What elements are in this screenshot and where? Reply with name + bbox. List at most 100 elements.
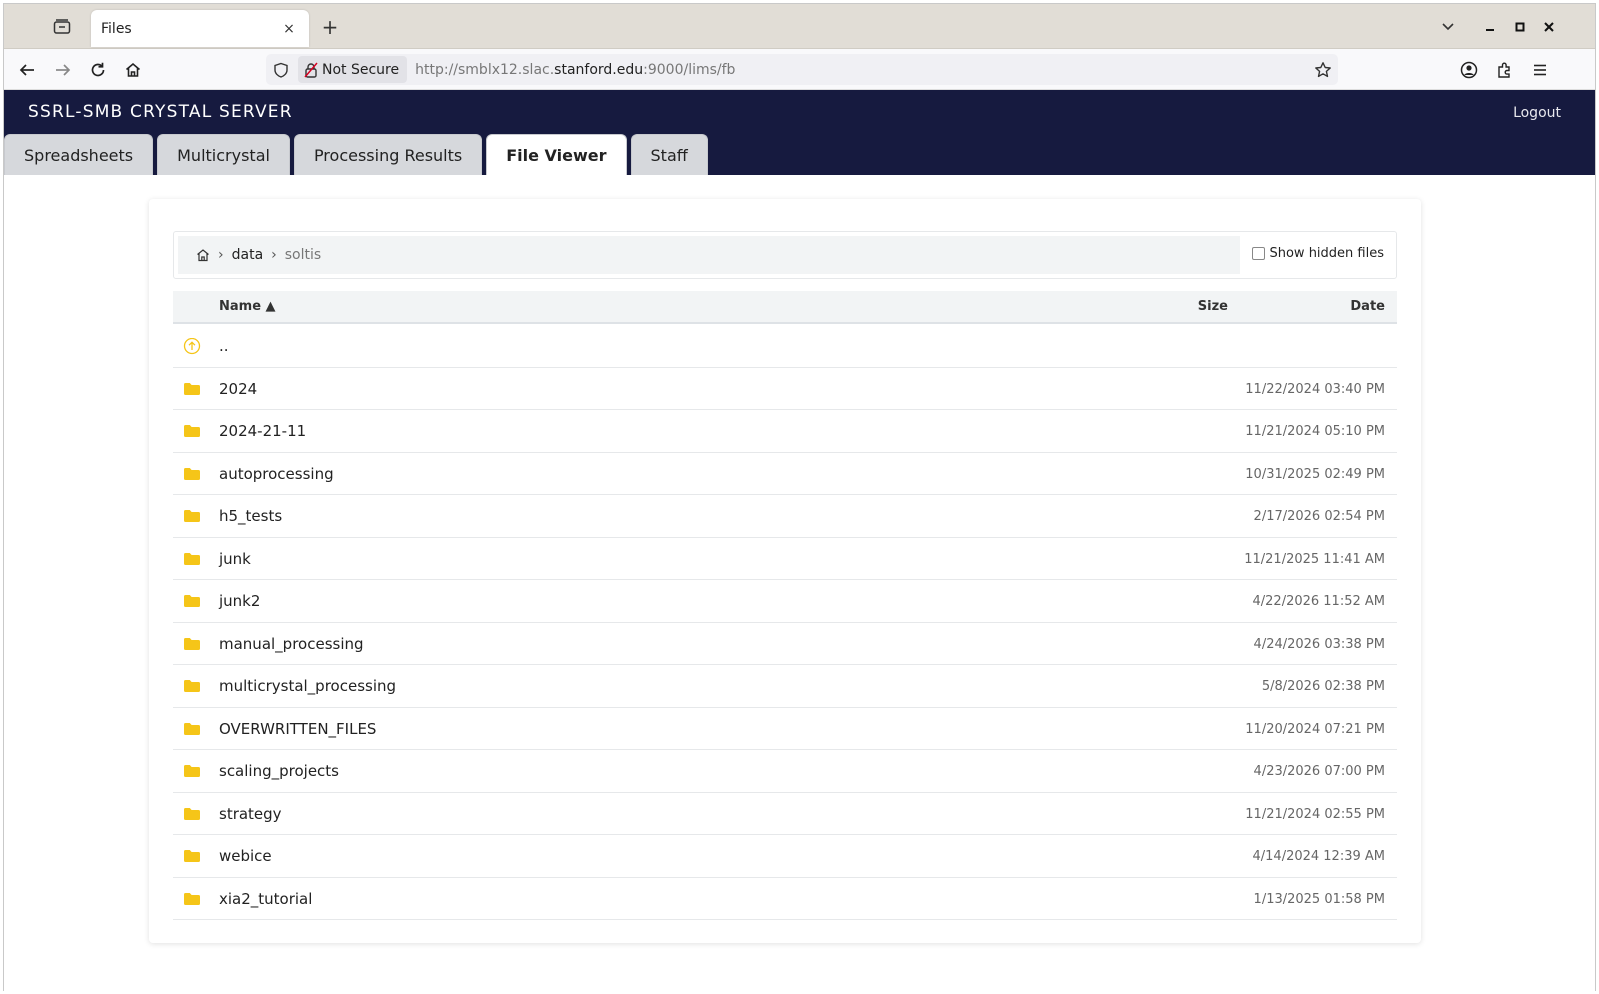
file-date: 1/13/2025 01:58 PM bbox=[1253, 891, 1385, 907]
table-row[interactable]: 2024 11/22/2024 03:40 PM bbox=[173, 368, 1397, 410]
file-date: 11/20/2024 07:21 PM bbox=[1245, 721, 1385, 737]
table-row[interactable]: autoprocessing 10/31/2025 02:49 PM bbox=[173, 453, 1397, 495]
browser-tab-title: Files bbox=[101, 20, 132, 37]
breadcrumb-data[interactable]: data bbox=[232, 247, 264, 263]
show-hidden-checkbox[interactable] bbox=[1252, 247, 1266, 260]
folder-icon bbox=[183, 423, 201, 439]
table-row[interactable]: scaling_projects 4/23/2026 07:00 PM bbox=[173, 750, 1397, 793]
folder-icon bbox=[183, 721, 201, 737]
close-tab-icon[interactable]: × bbox=[279, 21, 299, 37]
app-tabs: Spreadsheets Multicrystal Processing Res… bbox=[4, 134, 712, 175]
show-hidden-label: Show hidden files bbox=[1269, 246, 1384, 261]
file-date: 4/14/2024 12:39 AM bbox=[1252, 849, 1386, 864]
forward-icon[interactable] bbox=[50, 57, 76, 83]
tab-overview-icon[interactable] bbox=[50, 16, 74, 38]
folder-icon bbox=[183, 848, 201, 864]
file-date: 2/17/2026 02:54 PM bbox=[1253, 509, 1385, 524]
url-text[interactable]: http://smblx12.slac.stanford.edu:9000/li… bbox=[415, 62, 1308, 78]
table-row[interactable]: junk 11/21/2025 11:41 AM bbox=[173, 538, 1397, 580]
chevron-down-icon[interactable] bbox=[1440, 18, 1460, 38]
file-name[interactable]: webice bbox=[219, 847, 272, 865]
file-name[interactable]: multicrystal_processing bbox=[219, 677, 396, 695]
file-name[interactable]: h5_tests bbox=[219, 507, 282, 525]
maximize-icon[interactable] bbox=[1509, 16, 1531, 38]
folder-icon bbox=[183, 806, 201, 822]
table-row[interactable]: manual_processing 4/24/2026 03:38 PM bbox=[173, 623, 1397, 665]
browser-toolbar: Not Secure http://smblx12.slac.stanford.… bbox=[4, 49, 1595, 90]
app-title: SSRL-SMB CRYSTAL SERVER bbox=[28, 102, 293, 122]
folder-icon bbox=[183, 381, 201, 397]
star-icon[interactable] bbox=[1308, 54, 1338, 85]
home-icon[interactable] bbox=[196, 248, 210, 262]
file-list: .. 2024 11/22/2024 03:40 PM 2024-21-11 11/21… bbox=[173, 325, 1397, 920]
file-date: 10/31/2025 02:49 PM bbox=[1245, 466, 1385, 482]
file-name[interactable]: manual_processing bbox=[219, 635, 364, 653]
file-date: 11/22/2024 03:40 PM bbox=[1245, 381, 1385, 397]
table-row[interactable]: 2024-21-11 11/21/2024 05:10 PM bbox=[173, 410, 1397, 453]
folder-icon bbox=[183, 763, 201, 779]
table-row[interactable]: .. bbox=[173, 325, 1397, 368]
file-date: 4/22/2026 11:52 AM bbox=[1252, 594, 1386, 609]
logout-link[interactable]: Logout bbox=[1513, 105, 1561, 121]
file-name[interactable]: 2024 bbox=[219, 380, 257, 398]
table-row[interactable]: strategy 11/21/2024 02:55 PM bbox=[173, 793, 1397, 835]
show-hidden-toggle[interactable]: Show hidden files bbox=[1252, 246, 1384, 261]
url-suffix: :9000/lims/fb bbox=[643, 61, 736, 78]
folder-icon bbox=[183, 636, 201, 652]
back-icon[interactable] bbox=[14, 57, 40, 83]
insecure-lock-icon bbox=[304, 62, 318, 78]
file-date: 11/21/2025 11:41 AM bbox=[1244, 551, 1385, 567]
parent-directory-icon bbox=[183, 337, 201, 355]
tab-spreadsheets[interactable]: Spreadsheets bbox=[4, 134, 154, 175]
column-header-size[interactable]: Size bbox=[1198, 299, 1228, 314]
file-name[interactable]: scaling_projects bbox=[219, 762, 339, 780]
table-row[interactable]: xia2_tutorial 1/13/2025 01:58 PM bbox=[173, 878, 1397, 920]
file-name[interactable]: autoprocessing bbox=[219, 465, 334, 483]
url-host: stanford.edu bbox=[554, 61, 644, 78]
url-bar[interactable]: Not Secure http://smblx12.slac.stanford.… bbox=[266, 54, 1338, 85]
file-date: 11/21/2024 05:10 PM bbox=[1245, 424, 1385, 439]
file-name[interactable]: junk2 bbox=[219, 592, 260, 610]
reload-icon[interactable] bbox=[85, 57, 111, 83]
folder-icon bbox=[183, 551, 201, 567]
file-name[interactable]: .. bbox=[219, 337, 229, 355]
file-date: 5/8/2026 02:38 PM bbox=[1261, 679, 1385, 694]
file-table-header: Name ▲ Size Date bbox=[173, 291, 1397, 324]
file-browser-card: › data › soltis Show hidden files Name ▲… bbox=[149, 199, 1421, 943]
minimize-icon[interactable] bbox=[1479, 16, 1501, 38]
account-icon[interactable] bbox=[1456, 57, 1482, 83]
not-secure-label: Not Secure bbox=[322, 61, 400, 78]
breadcrumb-separator: › bbox=[271, 247, 277, 263]
extensions-icon[interactable] bbox=[1492, 57, 1518, 83]
file-name[interactable]: OVERWRITTEN_FILES bbox=[219, 720, 376, 738]
home-icon[interactable] bbox=[120, 57, 146, 83]
breadcrumb-separator: › bbox=[218, 247, 224, 263]
table-row[interactable]: h5_tests 2/17/2026 02:54 PM bbox=[173, 495, 1397, 538]
menu-icon[interactable] bbox=[1527, 57, 1553, 83]
url-prefix: http://smblx12.slac. bbox=[415, 61, 555, 78]
tab-multicrystal[interactable]: Multicrystal bbox=[157, 134, 290, 175]
table-row[interactable]: multicrystal_processing 5/8/2026 02:38 PM bbox=[173, 665, 1397, 708]
column-header-name[interactable]: Name ▲ bbox=[219, 299, 276, 314]
table-row[interactable]: OVERWRITTEN_FILES 11/20/2024 07:21 PM bbox=[173, 708, 1397, 750]
tab-processing-results[interactable]: Processing Results bbox=[293, 134, 483, 175]
folder-icon bbox=[183, 891, 201, 907]
column-header-date[interactable]: Date bbox=[1350, 299, 1385, 314]
folder-icon bbox=[183, 466, 201, 482]
table-row[interactable]: webice 4/14/2024 12:39 AM bbox=[173, 835, 1397, 878]
file-name[interactable]: junk bbox=[219, 550, 251, 568]
table-row[interactable]: junk2 4/22/2026 11:52 AM bbox=[173, 580, 1397, 623]
close-icon[interactable] bbox=[1538, 16, 1560, 38]
browser-tabstrip: Files × + bbox=[4, 4, 1595, 49]
tab-staff[interactable]: Staff bbox=[630, 134, 708, 175]
file-date: 11/21/2024 02:55 PM bbox=[1245, 806, 1385, 822]
file-name[interactable]: strategy bbox=[219, 805, 282, 823]
not-secure-badge[interactable]: Not Secure bbox=[298, 56, 408, 83]
tab-file-viewer[interactable]: File Viewer bbox=[486, 134, 627, 175]
new-tab-button[interactable]: + bbox=[318, 16, 342, 40]
browser-tab-files[interactable]: Files × bbox=[91, 10, 309, 47]
file-name[interactable]: xia2_tutorial bbox=[219, 890, 312, 908]
file-name[interactable]: 2024-21-11 bbox=[219, 422, 306, 440]
shield-icon[interactable] bbox=[266, 54, 296, 85]
file-date: 4/24/2026 03:38 PM bbox=[1253, 636, 1385, 652]
